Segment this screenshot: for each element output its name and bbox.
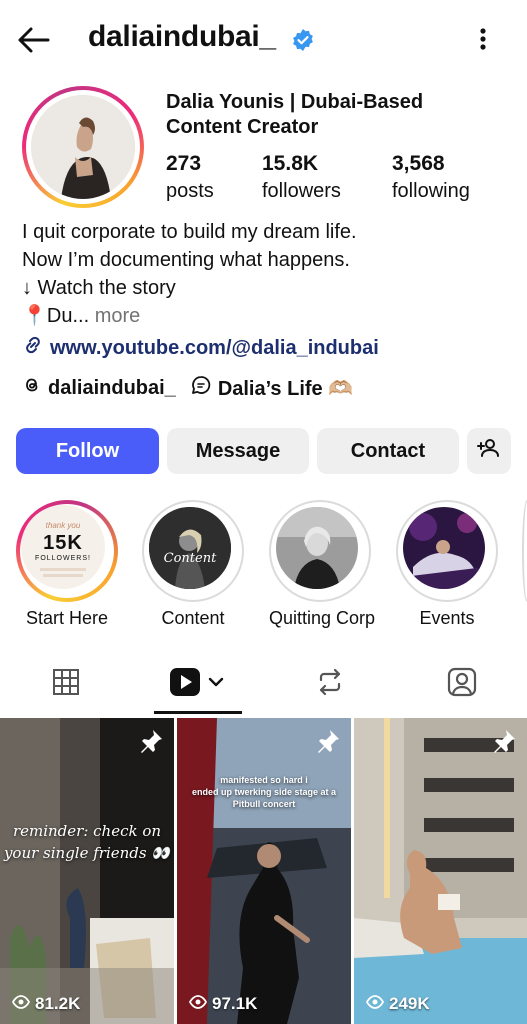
profile-avatar[interactable] bbox=[22, 86, 144, 208]
pin-icon bbox=[491, 728, 517, 754]
grid-icon bbox=[52, 668, 80, 701]
posts-label: posts bbox=[166, 180, 214, 202]
reels-grid: reminder: check on your single friends 👀… bbox=[0, 718, 527, 1024]
stat-following[interactable]: 3,568 following bbox=[392, 152, 470, 203]
view-count-value: 97.1K bbox=[212, 994, 258, 1013]
view-count: 249K bbox=[365, 994, 430, 1014]
highlight-label: Content bbox=[161, 608, 225, 628]
reel-caption: ended up twerking side stage at a bbox=[191, 787, 337, 797]
followers-label: followers bbox=[262, 180, 341, 202]
profile-full-name: Dalia Younis | Dubai-Based Content Creat… bbox=[166, 91, 424, 138]
threads-icon bbox=[22, 375, 42, 401]
following-count: 3,568 bbox=[392, 152, 445, 175]
top-bar: daliaindubai_ bbox=[0, 0, 527, 78]
reel-caption: reminder: check on bbox=[12, 822, 162, 840]
tab-grid[interactable] bbox=[22, 652, 110, 716]
bio-line: I quit corporate to build my dream life. bbox=[22, 221, 357, 243]
bio-line: ↓ Watch the story bbox=[22, 277, 176, 299]
reels-icon bbox=[168, 665, 228, 704]
profile-bio[interactable]: I quit corporate to build my dream life.… bbox=[22, 218, 502, 330]
view-count-value: 249K bbox=[389, 994, 430, 1013]
cover-sub: FOLLOWERS! bbox=[35, 555, 91, 562]
highlight-cover: thank you 15K FOLLOWERS! bbox=[21, 505, 105, 589]
view-count: 97.1K bbox=[188, 994, 258, 1014]
highlight-cover bbox=[276, 507, 358, 589]
channel-icon bbox=[190, 374, 212, 402]
pin-icon bbox=[138, 728, 164, 754]
highlight-content[interactable]: Content Content bbox=[142, 500, 244, 629]
threads-row: daliaindubai_ Dalia’s Life 🫶🏼 bbox=[22, 374, 353, 402]
stat-posts[interactable]: 273 posts bbox=[166, 152, 214, 203]
message-button[interactable]: Message bbox=[167, 428, 309, 474]
back-arrow-icon[interactable] bbox=[14, 20, 54, 60]
highlight-start-here[interactable]: thank you 15K FOLLOWERS! Start Here bbox=[16, 500, 118, 629]
pin-icon bbox=[315, 728, 341, 754]
reel-thumbnail[interactable]: reminder: check on your single friends 👀… bbox=[0, 718, 174, 1024]
tagged-user-icon bbox=[446, 666, 478, 703]
threads-handle[interactable]: daliaindubai_ bbox=[48, 377, 176, 400]
reel-caption: Pitbull concert bbox=[232, 799, 296, 809]
eye-icon bbox=[365, 994, 385, 1014]
channel-name[interactable]: Dalia’s Life 🫶🏼 bbox=[218, 376, 353, 401]
cover-number: 15K bbox=[43, 532, 83, 554]
active-tab-indicator bbox=[154, 711, 242, 714]
tab-reels[interactable] bbox=[154, 652, 242, 716]
follow-button[interactable]: Follow bbox=[16, 428, 159, 474]
more-options-icon[interactable] bbox=[470, 22, 496, 56]
view-count: 81.2K bbox=[11, 994, 81, 1014]
reel-caption: your single friends 👀 bbox=[3, 844, 171, 862]
highlight-cover: Content bbox=[149, 507, 231, 589]
suggested-users-button[interactable] bbox=[467, 428, 511, 474]
add-person-icon bbox=[477, 436, 501, 466]
stat-followers[interactable]: 15.8K followers bbox=[262, 152, 341, 203]
view-count-value: 81.2K bbox=[35, 994, 81, 1013]
bio-line: Now I’m documenting what happens. bbox=[22, 249, 350, 271]
link-text: www.youtube.com/@dalia_indubai bbox=[50, 336, 379, 359]
posts-count: 273 bbox=[166, 152, 202, 175]
avatar-photo bbox=[31, 95, 135, 199]
eye-icon bbox=[11, 994, 31, 1014]
contact-button[interactable]: Contact bbox=[317, 428, 459, 474]
followers-count: 15.8K bbox=[262, 152, 319, 175]
profile-tabs bbox=[0, 652, 527, 716]
eye-icon bbox=[188, 994, 208, 1014]
highlight-label: Start Here bbox=[25, 608, 109, 628]
tab-reposts[interactable] bbox=[286, 652, 374, 716]
profile-link[interactable]: www.youtube.com/@dalia_indubai bbox=[22, 334, 379, 362]
bio-truncated: 📍Du... bbox=[22, 305, 90, 327]
highlight-partial[interactable] bbox=[522, 500, 527, 602]
reel-caption: manifested so hard i bbox=[220, 775, 308, 785]
reel-thumbnail[interactable]: 249K bbox=[354, 718, 527, 1024]
highlight-label: Events bbox=[419, 608, 475, 628]
repost-icon bbox=[315, 667, 345, 702]
cover-title: thank you bbox=[45, 521, 81, 530]
link-icon bbox=[22, 334, 44, 362]
highlight-label: Quitting Corp bbox=[269, 608, 376, 628]
bio-more-link[interactable]: more bbox=[95, 305, 141, 327]
highlight-cover bbox=[403, 507, 485, 589]
profile-username: daliaindubai_ bbox=[88, 20, 276, 53]
tab-tagged[interactable] bbox=[418, 652, 506, 716]
highlight-quitting-corp[interactable]: Quitting Corp bbox=[269, 500, 376, 629]
reel-thumbnail[interactable]: manifested so hard i ended up twerking s… bbox=[177, 718, 351, 1024]
verified-badge-icon bbox=[291, 28, 315, 52]
highlight-events[interactable]: Events bbox=[396, 500, 498, 629]
cover-text: Content bbox=[163, 551, 217, 566]
following-label: following bbox=[392, 180, 470, 202]
